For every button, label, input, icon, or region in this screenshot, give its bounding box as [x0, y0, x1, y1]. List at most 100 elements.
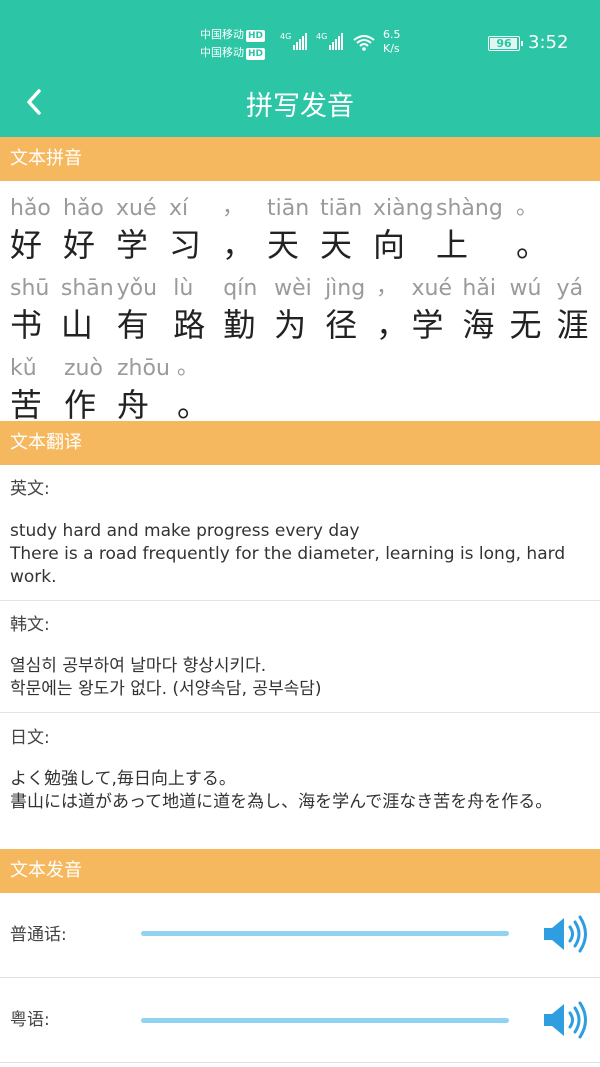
pinyin-syllable: ，: [222, 195, 245, 220]
hanzi-character: 好: [10, 226, 43, 264]
hanzi-character: ，: [222, 226, 255, 264]
cantonese-label: 粤语:: [10, 1010, 50, 1030]
japanese-line-1: よく勉強して,毎日向上する。: [10, 769, 236, 789]
english-line-2: There is a road frequently for the diame…: [10, 544, 566, 587]
hanzi-character: 学: [411, 306, 444, 344]
pinyin-block: hǎo hǎo xué xí， tiān tiān xiàng shàng。 好好学习，天天向…: [10, 185, 595, 425]
battery-icon: 96: [488, 36, 523, 51]
pinyin-syllable: shū: [10, 276, 50, 301]
mandarin-label: 普通话:: [10, 925, 67, 945]
pinyin-syllable: hǎo: [63, 196, 104, 221]
divider: [0, 1062, 600, 1063]
pinyin-syllable: shān: [60, 276, 114, 301]
pinyin-syllable: tiān: [320, 196, 363, 221]
pinyin-syllable: zuò: [64, 356, 103, 381]
hanzi-character: 天: [267, 226, 300, 264]
status-bar: 中国移动 HD 中国移动 HD 4G 4G 6.5 K/s 96 3:52: [0, 20, 600, 68]
korean-line-2: 학문에는 왕도가 없다. (서양속담, 공부속담): [10, 679, 322, 699]
divider: [0, 712, 600, 713]
mandarin-audio-row: 普通话:: [0, 893, 600, 978]
pinyin-syllable: ，: [375, 275, 398, 300]
signal-icon: 4G: [316, 32, 344, 50]
english-line-1: study hard and make progress every day: [10, 521, 360, 541]
carrier-1: 中国移动: [200, 28, 244, 41]
cantonese-audio-row: 粤语:: [0, 978, 600, 1063]
english-translation: 英文: study hard and make progress every d…: [0, 479, 600, 589]
pinyin-syllable: wèi: [274, 276, 312, 301]
pinyin-syllable: yá: [556, 276, 584, 301]
hanzi-character: 有: [116, 306, 149, 344]
pinyin-syllable: tiān: [267, 196, 310, 221]
pinyin-syllable: kǔ: [10, 356, 37, 381]
hanzi-character: 海: [462, 306, 495, 344]
japanese-line-2: 書山には道があって地道に道を為し、海を学んで涯なき苦を舟を作る。: [10, 792, 553, 812]
hanzi-character: 学: [116, 226, 149, 264]
pinyin-syllable: qín: [223, 276, 258, 301]
hanzi-character: 好: [63, 226, 96, 264]
page-title: 拼写发音: [246, 91, 354, 122]
hanzi-character: 涯: [556, 306, 589, 344]
hanzi-character: 向: [373, 226, 406, 264]
speaker-icon: [544, 915, 587, 953]
pinyin-row: hǎo hǎo xué xí， tiān tiān xiàng shàng。: [10, 185, 595, 221]
pinyin-row: shū shān yǒu lù qín wèi jìng ， xué hǎi wú yá: [10, 265, 595, 301]
cantonese-play-button[interactable]: [540, 1000, 590, 1040]
pinyin-syllable: yǒu: [116, 276, 158, 301]
hanzi-character: 苦: [10, 386, 43, 424]
carrier-2: 中国移动: [200, 46, 244, 59]
cantonese-progress-track[interactable]: [141, 1018, 509, 1023]
hanzi-character: 作: [64, 386, 97, 424]
hanzi-character: 。: [177, 386, 210, 424]
korean-label: 韩文:: [10, 615, 50, 635]
divider: [0, 600, 600, 601]
pinyin-syllable: shàng: [436, 196, 503, 221]
hanzi-character: 山: [60, 306, 93, 344]
nav-bar: 拼写发音: [0, 76, 600, 132]
japanese-label: 日文:: [10, 728, 50, 748]
status-time: 3:52: [528, 32, 569, 53]
hanzi-row: 书山有路勤为径 ，学海无涯: [10, 301, 595, 345]
mandarin-progress-track[interactable]: [141, 931, 509, 936]
hd-badge: HD: [246, 30, 266, 42]
hanzi-character: 习: [169, 226, 202, 264]
pinyin-syllable: wú: [509, 276, 542, 301]
hd-badge: HD: [246, 48, 266, 60]
audio-section-header: 文本发音: [0, 849, 600, 893]
pinyin-syllable: lù: [173, 276, 194, 301]
hanzi-character: 。: [516, 226, 549, 264]
hanzi-character: 书: [10, 306, 43, 344]
pinyin-syllable: 。: [177, 355, 200, 380]
hanzi-character: 天: [320, 226, 353, 264]
network-speed: 6.5 K/s: [383, 28, 401, 55]
pinyin-section-header: 文本拼音: [0, 137, 600, 181]
app-header: 中国移动 HD 中国移动 HD 4G 4G 6.5 K/s 96 3:52 拼写…: [0, 0, 600, 137]
translation-section-header: 文本翻译: [0, 421, 600, 465]
korean-translation: 韩文: 열심히 공부하여 날마다 향상시키다. 학문에는 왕도가 없다. (서양…: [0, 615, 600, 701]
pinyin-syllable: xué: [116, 196, 157, 221]
mandarin-play-button[interactable]: [540, 914, 590, 954]
hanzi-character: 上: [436, 226, 469, 264]
pinyin-syllable: hǎo: [10, 196, 51, 221]
pinyin-syllable: xí: [169, 196, 189, 221]
carrier-info: 中国移动 HD 中国移动 HD: [200, 26, 266, 62]
hanzi-character: ，: [375, 306, 408, 344]
hanzi-row: 好好学习，天天向上。: [10, 221, 595, 265]
japanese-translation: 日文: よく勉強して,毎日向上する。 書山には道があって地道に道を為し、海を学ん…: [0, 728, 600, 814]
signal-icon: 4G: [280, 32, 308, 50]
battery-level: 96: [496, 37, 512, 50]
pinyin-syllable: hǎi: [462, 276, 496, 301]
speaker-icon: [544, 1001, 587, 1039]
hanzi-character: 路: [173, 306, 206, 344]
pinyin-syllable: 。: [516, 195, 539, 220]
wifi-icon: [352, 34, 376, 56]
hanzi-row: 苦作舟。: [10, 381, 595, 425]
pinyin-syllable: jìng: [325, 276, 366, 301]
hanzi-character: 径: [325, 306, 358, 344]
pinyin-syllable: xué: [411, 276, 453, 301]
english-label: 英文:: [10, 479, 50, 499]
hanzi-character: 为: [274, 306, 307, 344]
korean-line-1: 열심히 공부하여 날마다 향상시키다.: [10, 656, 267, 676]
hanzi-character: 无: [509, 306, 542, 344]
hanzi-character: 舟: [117, 386, 150, 424]
pinyin-syllable: zhōu: [117, 356, 170, 381]
